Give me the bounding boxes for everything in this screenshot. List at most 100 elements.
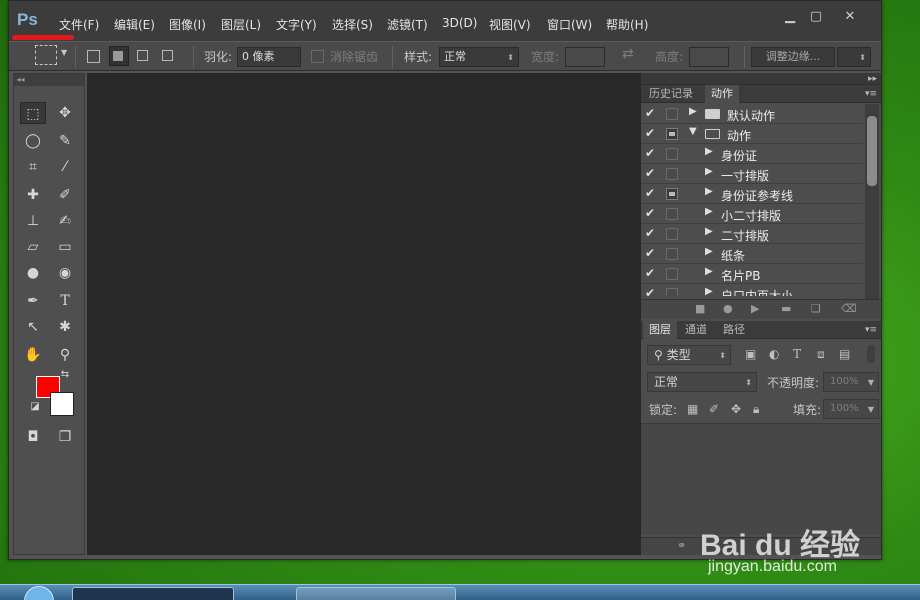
dialog-toggle-box[interactable]: [666, 128, 678, 140]
blend-mode-select[interactable]: 正常 ⬍: [647, 372, 757, 392]
check-icon[interactable]: ✔: [645, 286, 655, 296]
pen-tool-icon[interactable]: ✒: [20, 290, 46, 312]
swap-icon[interactable]: ⇄: [622, 46, 634, 62]
scrollbar-thumb[interactable]: [867, 116, 877, 186]
history-brush-tool-icon[interactable]: ✍: [52, 210, 78, 232]
crop-tool-icon[interactable]: ⌗: [20, 156, 46, 178]
tab-actions[interactable]: 动作: [705, 85, 739, 103]
lock-all-icon[interactable]: 🔒︎: [753, 402, 759, 417]
actions-scrollbar[interactable]: [865, 104, 879, 308]
check-icon[interactable]: ✔: [645, 146, 655, 160]
hand-tool-icon[interactable]: ✋: [20, 344, 46, 366]
document-canvas[interactable]: [87, 73, 641, 555]
new-action-icon[interactable]: ❏: [811, 302, 821, 315]
pixel-filter-icon[interactable]: ▣: [745, 347, 756, 361]
fill-input[interactable]: 100% ▼: [823, 399, 879, 419]
expand-triangle-icon[interactable]: ▶: [705, 266, 713, 277]
link-layers-icon[interactable]: ⚭: [677, 539, 686, 552]
subtract-selection-icon[interactable]: [137, 50, 148, 61]
action-row[interactable]: ✔ ▶ 身份证参考线: [641, 184, 863, 204]
action-row[interactable]: ✔ ▼ 动作: [641, 124, 863, 144]
maximize-button[interactable]: ▢: [802, 8, 830, 26]
expand-triangle-icon[interactable]: ▶: [689, 106, 697, 117]
check-icon[interactable]: ✔: [645, 166, 655, 180]
marquee-preset-icon[interactable]: [35, 45, 57, 65]
check-icon[interactable]: ✔: [645, 186, 655, 200]
action-row[interactable]: ✔ ▶ 身份证: [641, 144, 863, 164]
expand-triangle-icon[interactable]: ▶: [705, 186, 713, 197]
expand-triangle-icon[interactable]: ▶: [705, 166, 713, 177]
collapse-triangle-icon[interactable]: ▼: [689, 126, 697, 137]
feather-input[interactable]: 0 像素: [237, 47, 301, 67]
tab-channels[interactable]: 通道: [679, 321, 713, 339]
action-row[interactable]: ✔ ▶ 二寸排版: [641, 224, 863, 244]
default-colors-icon[interactable]: ◪: [28, 400, 42, 414]
style-select[interactable]: 正常 ⬍: [439, 47, 519, 67]
action-row[interactable]: ✔ ▶ 户口内页大小: [641, 284, 863, 296]
type-tool-icon[interactable]: T: [52, 290, 78, 312]
lasso-tool-icon[interactable]: ◯: [20, 130, 46, 152]
swap-colors-icon[interactable]: ⇆: [58, 368, 72, 382]
tab-layers[interactable]: 图层: [643, 321, 677, 339]
toolbar-collapse-handle[interactable]: ◂◂: [14, 74, 84, 86]
play-icon[interactable]: ▶: [751, 302, 759, 315]
dialog-toggle-box[interactable]: [666, 168, 678, 180]
taskbar-photoshop[interactable]: [72, 587, 234, 600]
check-icon[interactable]: ✔: [645, 206, 655, 220]
taskbar-word-icon[interactable]: [468, 587, 512, 600]
lock-image-icon[interactable]: ✐: [709, 402, 719, 416]
stop-icon[interactable]: ■: [695, 302, 705, 315]
path-select-tool-icon[interactable]: ↖: [20, 316, 46, 338]
expand-triangle-icon[interactable]: ▶: [705, 226, 713, 237]
expand-triangle-icon[interactable]: ▶: [705, 286, 713, 296]
tab-history[interactable]: 历史记录: [643, 85, 699, 103]
healing-brush-tool-icon[interactable]: ✚: [20, 184, 46, 206]
check-icon[interactable]: ✔: [645, 106, 655, 120]
close-button[interactable]: ✕: [836, 8, 864, 26]
dodge-tool-icon[interactable]: ◉: [52, 262, 78, 284]
lock-transparent-icon[interactable]: ▦: [687, 402, 698, 416]
new-set-icon[interactable]: ▬: [781, 302, 791, 315]
trash-icon[interactable]: ⌫: [841, 302, 857, 315]
quick-mask-icon[interactable]: ◘: [20, 426, 46, 448]
expand-triangle-icon[interactable]: ▶: [705, 206, 713, 217]
action-row[interactable]: ✔ ▶ 默认动作: [641, 104, 863, 124]
action-row[interactable]: ✔ ▶ 小二寸排版: [641, 204, 863, 224]
workspace-select[interactable]: ⬍: [837, 47, 871, 67]
taskbar-app[interactable]: [296, 587, 456, 600]
dialog-toggle-box[interactable]: [666, 208, 678, 220]
dialog-toggle-box[interactable]: [666, 108, 678, 120]
record-icon[interactable]: ●: [723, 302, 733, 315]
taskbar-ie-icon[interactable]: [244, 587, 286, 600]
type-filter-icon[interactable]: T: [793, 347, 801, 361]
intersect-selection-icon[interactable]: [162, 50, 173, 61]
action-row[interactable]: ✔ ▶ 纸条: [641, 244, 863, 264]
menu-window[interactable]: 窗口(W): [547, 16, 592, 33]
menu-help[interactable]: 帮助(H): [606, 16, 648, 33]
lock-position-icon[interactable]: ✥: [731, 402, 741, 416]
menu-view[interactable]: 视图(V): [489, 16, 531, 33]
refine-edge-button[interactable]: 调整边缘...: [751, 47, 835, 67]
blur-tool-icon[interactable]: ●: [20, 262, 46, 284]
clone-stamp-tool-icon[interactable]: ⊥: [20, 210, 46, 232]
gradient-tool-icon[interactable]: ▭: [52, 236, 78, 258]
expand-triangle-icon[interactable]: ▶: [705, 246, 713, 257]
eyedropper-tool-icon[interactable]: ⁄: [52, 156, 78, 178]
menu-select[interactable]: 选择(S): [332, 16, 373, 33]
dialog-toggle-box[interactable]: [666, 288, 678, 296]
minimize-button[interactable]: ▁: [776, 8, 804, 26]
panel-menu-icon[interactable]: ▾≡: [865, 321, 877, 339]
menu-layer[interactable]: 图层(L): [221, 16, 261, 33]
opacity-input[interactable]: 100% ▼: [823, 372, 879, 392]
filter-toggle[interactable]: [867, 345, 875, 363]
chevron-down-icon[interactable]: ▼: [61, 48, 67, 57]
action-row[interactable]: ✔ ▶ 名片PB: [641, 264, 863, 284]
menu-file[interactable]: 文件(F): [59, 16, 99, 33]
quick-select-tool-icon[interactable]: ✎: [52, 130, 78, 152]
expand-triangle-icon[interactable]: ▶: [705, 146, 713, 157]
zoom-tool-icon[interactable]: ⚲: [52, 344, 78, 366]
new-selection-icon[interactable]: [87, 50, 100, 63]
panel-menu-icon[interactable]: ▾≡: [865, 85, 877, 103]
menu-edit[interactable]: 编辑(E): [114, 16, 155, 33]
dialog-toggle-box[interactable]: [666, 248, 678, 260]
